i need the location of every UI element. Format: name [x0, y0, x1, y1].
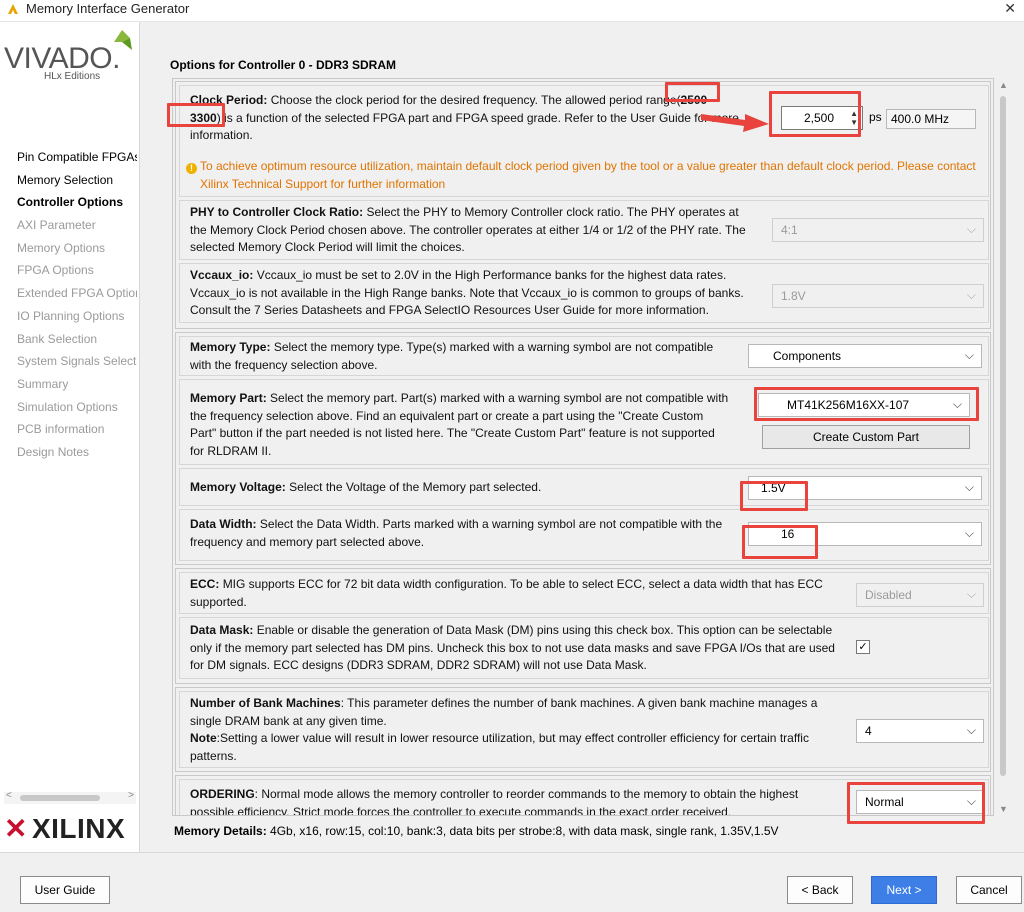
- memory-type-select[interactable]: Components ⌵: [748, 344, 982, 368]
- nav-horizontal-scrollbar[interactable]: < >: [4, 790, 136, 804]
- phy-ratio-select: 4:1 ⌵: [772, 218, 984, 242]
- scroll-right-icon[interactable]: >: [128, 790, 134, 801]
- highlight-memory-part: [754, 387, 979, 421]
- nav-item-pcb-information: PCB information: [17, 422, 105, 437]
- highlight-data-width: [742, 525, 818, 559]
- left-sidebar: VIVADO. HLx Editions Pin Compatible FPGA…: [0, 22, 140, 852]
- warning-icon: !: [186, 163, 197, 174]
- clock-frequency-field: 400.0 MHz: [886, 109, 976, 129]
- user-guide-button[interactable]: User Guide: [20, 876, 110, 904]
- phy-ratio-description: PHY to Controller Clock Ratio: Select th…: [190, 205, 746, 254]
- options-panel: Clock Period: Choose the clock period fo…: [172, 78, 994, 816]
- memory-voltage-row: Memory Voltage: Select the Voltage of th…: [179, 468, 989, 506]
- nav-item-summary: Summary: [17, 376, 69, 391]
- memory-group: Memory Type: Select the memory type. Typ…: [175, 332, 991, 565]
- chevron-down-icon: ⌵: [964, 526, 974, 540]
- close-icon[interactable]: ✕: [1004, 0, 1016, 17]
- data-mask-checkbox[interactable]: ✓: [856, 640, 870, 654]
- scroll-up-icon[interactable]: ▲: [999, 80, 1008, 90]
- vivado-logo-icon: [8, 4, 18, 14]
- nav-item-io-planning: IO Planning Options: [17, 308, 125, 323]
- ecc-row: ECC: MIG supports ECC for 72 bit data wi…: [179, 572, 989, 614]
- xilinx-x-icon: ✕: [4, 813, 28, 844]
- chevron-down-icon: ⌵: [966, 587, 976, 601]
- phy-ratio-row: PHY to Controller Clock Ratio: Select th…: [179, 200, 989, 260]
- scroll-thumb[interactable]: [20, 795, 100, 801]
- scroll-thumb[interactable]: [1000, 96, 1006, 776]
- bank-machines-select[interactable]: 4 ⌵: [856, 719, 984, 743]
- nav-item-design-notes: Design Notes: [17, 444, 90, 459]
- clock-group: Clock Period: Choose the clock period fo…: [175, 81, 991, 329]
- highlight-range-end: [167, 103, 225, 127]
- highlight-memory-voltage: [740, 481, 808, 511]
- clock-unit: ps: [869, 110, 882, 124]
- nav-item-fpga-options: FPGA Options: [17, 263, 94, 278]
- ecc-group: ECC: MIG supports ECC for 72 bit data wi…: [175, 568, 991, 684]
- nav-item-simulation-options: Simulation Options: [17, 399, 118, 414]
- ecc-description: ECC: MIG supports ECC for 72 bit data wi…: [190, 577, 823, 609]
- bank-machines-row: Number of Bank Machines: This parameter …: [179, 691, 989, 768]
- highlight-clock-period: [769, 91, 861, 137]
- ecc-select: Disabled ⌵: [856, 583, 984, 607]
- scroll-left-icon[interactable]: <: [6, 790, 12, 801]
- chevron-down-icon: ⌵: [966, 288, 976, 302]
- hlx-editions: HLx Editions: [44, 71, 101, 82]
- vccaux-select: 1.8V ⌵: [772, 284, 984, 308]
- annotation-arrow-icon: [701, 114, 769, 132]
- vccaux-description: Vccaux_io: Vccaux_io must be set to 2.0V…: [190, 268, 744, 317]
- options-vertical-scrollbar[interactable]: ▲ ▼: [997, 78, 1009, 816]
- bank-machines-description: Number of Bank Machines: This parameter …: [190, 696, 818, 763]
- window-title: Memory Interface Generator: [26, 1, 190, 16]
- nav-item-system-signals: System Signals Selection: [17, 354, 137, 369]
- create-custom-part-button[interactable]: Create Custom Part: [762, 425, 970, 449]
- memory-details: Memory Details: 4Gb, x16, row:15, col:10…: [174, 824, 779, 838]
- data-width-description: Data Width: Select the Data Width. Parts…: [190, 517, 723, 549]
- nav-item-memory-selection[interactable]: Memory Selection: [17, 173, 137, 196]
- memory-part-description: Memory Part: Select the memory part. Par…: [190, 391, 729, 458]
- cancel-button[interactable]: Cancel: [956, 876, 1022, 904]
- memory-type-description: Memory Type: Select the memory type. Typ…: [190, 340, 714, 372]
- wizard-nav: Pin Compatible FPGAs Memory Selection Co…: [17, 150, 137, 468]
- highlight-range-start: [665, 82, 720, 102]
- nav-item-extended-fpga-options: Extended FPGA Options: [17, 286, 137, 301]
- ordering-description: ORDERING: Normal mode allows the memory …: [190, 787, 799, 816]
- page-title: Options for Controller 0 - DDR3 SDRAM: [170, 58, 397, 72]
- nav-item-axi-parameter: AXI Parameter: [17, 218, 96, 233]
- data-mask-row: Data Mask: Enable or disable the generat…: [179, 617, 989, 679]
- clock-warning: ! To achieve optimum resource utilization…: [186, 158, 986, 193]
- xilinx-logo: ✕ XILINX: [4, 813, 126, 844]
- bank-machines-group: Number of Bank Machines: This parameter …: [175, 687, 991, 772]
- nav-item-bank-selection: Bank Selection: [17, 331, 98, 346]
- highlight-ordering: [847, 782, 985, 824]
- title-bar: Memory Interface Generator ✕: [0, 0, 1024, 22]
- chevron-down-icon: ⌵: [964, 480, 974, 494]
- nav-item-pin-compatible[interactable]: Pin Compatible FPGAs: [17, 150, 137, 173]
- memory-type-row: Memory Type: Select the memory type. Typ…: [179, 336, 989, 376]
- nav-item-controller-options[interactable]: Controller Options: [17, 195, 137, 218]
- chevron-down-icon: ⌵: [966, 222, 976, 236]
- scroll-down-icon[interactable]: ▼: [999, 804, 1008, 814]
- chevron-down-icon: ⌵: [964, 348, 974, 362]
- vccaux-row: Vccaux_io: Vccaux_io must be set to 2.0V…: [179, 263, 989, 323]
- back-button[interactable]: < Back: [787, 876, 853, 904]
- chevron-down-icon: ⌵: [966, 723, 976, 737]
- next-button[interactable]: Next >: [871, 876, 937, 904]
- nav-item-memory-options: Memory Options: [17, 240, 106, 255]
- main-content: Options for Controller 0 - DDR3 SDRAM Cl…: [141, 22, 1024, 852]
- clock-period-row: Clock Period: Choose the clock period fo…: [179, 85, 989, 197]
- data-mask-description: Data Mask: Enable or disable the generat…: [190, 623, 835, 672]
- memory-voltage-description: Memory Voltage: Select the Voltage of th…: [190, 480, 542, 494]
- vivado-leaf-icon: [114, 30, 132, 50]
- data-width-row: Data Width: Select the Data Width. Parts…: [179, 509, 989, 561]
